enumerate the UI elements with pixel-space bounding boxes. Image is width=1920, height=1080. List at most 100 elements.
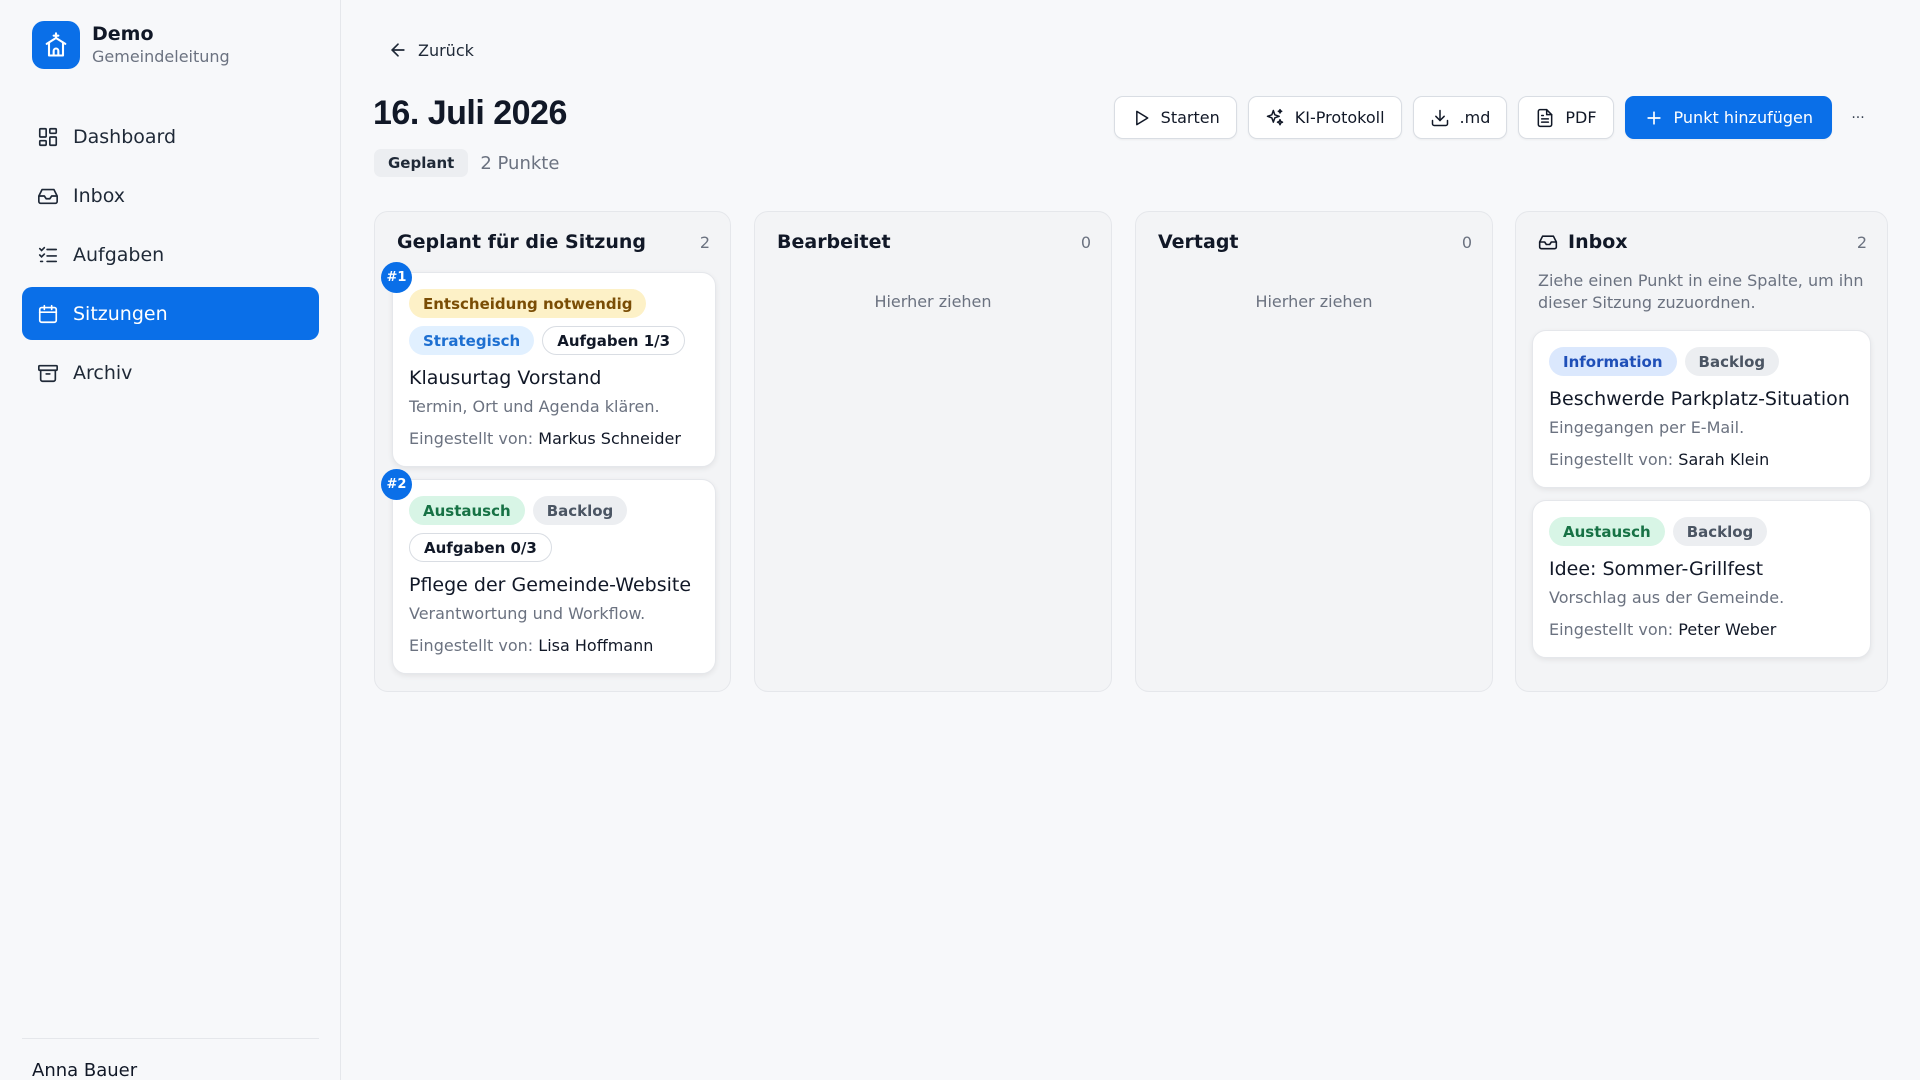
column-title: Geplant für die Sitzung <box>397 231 647 253</box>
add-point-label: Punkt hinzufügen <box>1673 108 1813 127</box>
tag-backlog: Backlog <box>532 496 628 525</box>
card-meta: Eingestellt von: Markus Schneider <box>409 429 681 448</box>
nav-item-dashboard[interactable]: Dashboard <box>22 110 319 163</box>
calendar-icon <box>37 303 59 325</box>
tag-exchange: Austausch <box>409 496 525 525</box>
nav-item-archive[interactable]: Archiv <box>22 346 319 399</box>
column-postponed[interactable]: Vertagt 0 Hierher ziehen <box>1135 211 1493 692</box>
card-tags: Strategisch Aufgaben 1/3 <box>409 326 705 355</box>
plus-icon <box>1644 108 1664 128</box>
back-button[interactable]: Zurück <box>388 40 474 60</box>
export-md-label: .md <box>1459 108 1491 127</box>
agenda-number-badge: #1 <box>381 262 412 293</box>
card-description: Verantwortung und Workflow. <box>409 604 646 623</box>
status-badge: Geplant <box>374 149 469 177</box>
sidebar: Demo Gemeindeleitung Dashboard Inbox Auf… <box>0 0 341 1080</box>
archive-icon <box>37 362 59 384</box>
agenda-card[interactable]: Entscheidung notwendig Strategisch Aufga… <box>392 272 716 467</box>
tag-information: Information <box>1549 347 1677 376</box>
card-meta: Eingestellt von: Sarah Klein <box>1549 450 1769 469</box>
tag-strategic: Strategisch <box>409 326 535 355</box>
column-count: 0 <box>1080 232 1091 252</box>
nav-item-tasks[interactable]: Aufgaben <box>22 228 319 281</box>
nav-label: Aufgaben <box>73 243 165 266</box>
dashboard-icon <box>37 126 59 148</box>
tag-backlog: Backlog <box>1672 517 1768 546</box>
sidebar-divider <box>22 1038 319 1039</box>
export-md-button[interactable]: .md <box>1412 96 1508 139</box>
card-description: Eingegangen per E-Mail. <box>1549 418 1745 437</box>
nav-label: Archiv <box>73 361 133 384</box>
meta-label: Eingestellt von: <box>1549 450 1674 469</box>
nav-label: Dashboard <box>73 125 177 148</box>
tag-exchange: Austausch <box>1549 517 1665 546</box>
brand-subtitle: Gemeindeleitung <box>92 47 230 66</box>
start-button[interactable]: Starten <box>1113 96 1237 139</box>
download-icon <box>1430 108 1450 128</box>
column-title: Bearbeitet <box>777 231 891 253</box>
nav-label: Inbox <box>73 184 125 207</box>
card-title: Klausurtag Vorstand <box>409 367 602 389</box>
inbox-hint: Ziehe einen Punkt in eine Spalte, um ihn… <box>1538 271 1864 312</box>
inbox-card[interactable]: Austausch Backlog Idee: Sommer-Grillfest… <box>1532 500 1871 658</box>
card-tags: Austausch Backlog <box>409 496 705 525</box>
page-title: 16. Juli 2026 <box>373 94 567 132</box>
card-tags: Entscheidung notwendig <box>409 289 705 318</box>
drop-hint: Hierher ziehen <box>1255 292 1373 311</box>
tag-tasks: Aufgaben 0/3 <box>409 533 552 562</box>
column-count: 2 <box>1856 232 1867 252</box>
card-title: Beschwerde Parkplatz-Situation <box>1549 388 1850 410</box>
card-author: Lisa Hoffmann <box>538 636 654 655</box>
column-count: 0 <box>1461 232 1472 252</box>
drop-hint: Hierher ziehen <box>874 292 992 311</box>
points-count: 2 Punkte <box>480 152 560 174</box>
column-inbox[interactable]: Inbox 2 Ziehe einen Punkt in eine Spalte… <box>1515 211 1888 692</box>
meeting-status-row: Geplant 2 Punkte <box>374 149 559 177</box>
meta-label: Eingestellt von: <box>409 636 534 655</box>
file-text-icon <box>1535 108 1555 128</box>
column-header: Inbox 2 <box>1538 228 1867 256</box>
column-title: Inbox <box>1568 231 1628 253</box>
main-nav: Dashboard Inbox Aufgaben Sitzungen Archi… <box>22 110 319 405</box>
card-description: Termin, Ort und Agenda klären. <box>409 397 660 416</box>
sparkles-icon <box>1265 108 1285 128</box>
meta-label: Eingestellt von: <box>409 429 534 448</box>
inbox-card[interactable]: Information Backlog Beschwerde Parkplatz… <box>1532 330 1871 488</box>
tag-decision: Entscheidung notwendig <box>409 289 647 318</box>
card-meta: Eingestellt von: Peter Weber <box>1549 620 1776 639</box>
add-point-button[interactable]: Punkt hinzufügen <box>1624 96 1832 139</box>
card-title: Idee: Sommer-Grillfest <box>1549 558 1764 580</box>
ai-protocol-button[interactable]: KI-Protokoll <box>1247 96 1402 139</box>
more-options-label: ··· <box>1851 110 1865 126</box>
card-tags: Austausch Backlog <box>1549 517 1860 546</box>
column-planned[interactable]: Geplant für die Sitzung 2 Entscheidung n… <box>374 211 731 692</box>
nav-item-inbox[interactable]: Inbox <box>22 169 319 222</box>
play-icon <box>1131 108 1151 128</box>
column-header: Vertagt 0 <box>1158 228 1472 256</box>
column-title: Vertagt <box>1158 231 1239 253</box>
agenda-card[interactable]: Austausch Backlog Aufgaben 0/3 Pflege de… <box>392 479 716 674</box>
nav-item-meetings[interactable]: Sitzungen <box>22 287 319 340</box>
column-edited[interactable]: Bearbeitet 0 Hierher ziehen <box>754 211 1112 692</box>
back-label: Zurück <box>418 40 474 60</box>
agenda-number-badge: #2 <box>381 469 412 500</box>
column-header: Bearbeitet 0 <box>777 228 1091 256</box>
user-name[interactable]: Anna Bauer <box>32 1060 137 1080</box>
toolbar: Starten KI-Protokoll .md PDF Punkt hinzu… <box>1103 96 1832 139</box>
export-pdf-label: PDF <box>1565 108 1597 127</box>
card-author: Sarah Klein <box>1678 450 1770 469</box>
start-label: Starten <box>1160 108 1220 127</box>
more-options-button[interactable]: ··· <box>1840 104 1876 132</box>
brand[interactable]: Demo Gemeindeleitung <box>32 21 230 69</box>
arrow-left-icon <box>388 40 408 60</box>
inbox-icon <box>37 185 59 207</box>
export-pdf-button[interactable]: PDF <box>1518 96 1614 139</box>
inbox-icon <box>1538 232 1558 252</box>
card-title: Pflege der Gemeinde-Website <box>409 574 692 596</box>
card-author: Markus Schneider <box>538 429 681 448</box>
card-description: Vorschlag aus der Gemeinde. <box>1549 588 1785 607</box>
card-author: Peter Weber <box>1678 620 1777 639</box>
tag-backlog: Backlog <box>1684 347 1780 376</box>
tag-tasks: Aufgaben 1/3 <box>542 326 686 355</box>
column-header: Geplant für die Sitzung 2 <box>397 228 710 256</box>
